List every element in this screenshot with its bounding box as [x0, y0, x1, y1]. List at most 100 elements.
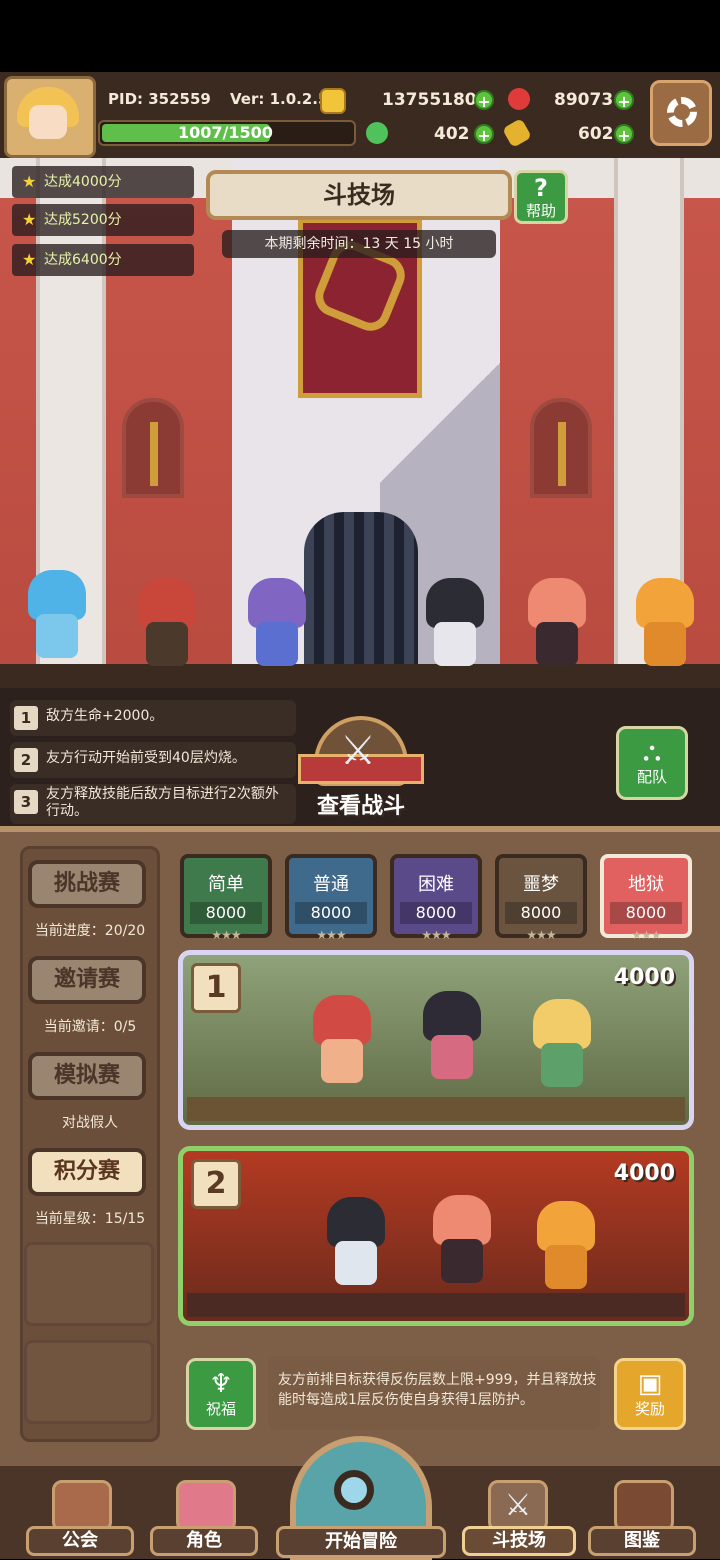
- hero-head: [636, 578, 694, 628]
- team-setup-button[interactable]: ⛬ 配队: [616, 726, 688, 800]
- rule-number: 1: [14, 706, 38, 730]
- difficulty-score: 8000: [190, 902, 262, 924]
- nav-arena[interactable]: ⚔ 斗技场: [462, 1480, 576, 1558]
- quest-item[interactable]: ★ 达成6400分: [12, 244, 194, 276]
- help-button[interactable]: ? 帮助: [514, 170, 568, 224]
- hero-head: [433, 1195, 491, 1245]
- rule-item: 2 友方行动开始前受到40层灼烧。: [10, 742, 296, 778]
- card-ground: [187, 1293, 685, 1317]
- rule-item: 3 友方释放技能后敌方目标进行2次额外行动。: [10, 784, 296, 824]
- hero-body: [256, 622, 298, 666]
- clover-amount: 402: [434, 124, 470, 144]
- tab-simulation[interactable]: 模拟赛: [28, 1052, 146, 1100]
- stars-icon: ★★★: [526, 928, 556, 942]
- add-key-button[interactable]: +: [614, 124, 634, 145]
- hero-body: [36, 614, 78, 658]
- enemy-golden-lion: [523, 1201, 607, 1291]
- hero-head: [248, 578, 306, 628]
- stars-icon: ★★★: [316, 928, 346, 942]
- difficulty-score: 8000: [400, 902, 472, 924]
- floor: [0, 664, 720, 688]
- match-number: 1: [191, 963, 241, 1013]
- question-icon: ?: [534, 174, 548, 202]
- settings-button[interactable]: [650, 80, 712, 146]
- hero-body: [434, 622, 476, 666]
- ruby-amount: 89073: [554, 90, 614, 110]
- tab-invitational[interactable]: 邀请赛: [28, 956, 146, 1004]
- enemy-black-hair-sword: [313, 1197, 397, 1287]
- gold-amount: 13755180: [382, 90, 477, 110]
- nav-start-adventure[interactable]: 开始冒险: [276, 1436, 446, 1560]
- hero-black-hair-sword: [412, 578, 496, 668]
- top-status-bar: [0, 72, 720, 161]
- difficulty-easy[interactable]: 简单 8000 ★★★: [180, 854, 272, 942]
- tab-simulation-sub: 对战假人: [62, 1115, 118, 1131]
- nav-character[interactable]: 角色: [150, 1480, 258, 1558]
- enemy-blonde-goggles: [519, 999, 603, 1089]
- difficulty-hard[interactable]: 困难 8000 ★★★: [390, 854, 482, 942]
- difficulty-name: 普通: [313, 874, 349, 895]
- chest-icon: ▣: [637, 1369, 663, 1399]
- clover-icon: [366, 122, 388, 144]
- player-id: PID: 352559: [108, 90, 211, 108]
- nav-adventure-label: 开始冒险: [276, 1526, 446, 1558]
- nav-codex[interactable]: 图鉴: [588, 1480, 696, 1558]
- tab-challenge-sub: 当前进度：20/20: [34, 923, 146, 939]
- hero-head: [28, 570, 86, 620]
- hero-red-horned: [124, 578, 208, 668]
- star-icon: ★: [22, 250, 37, 269]
- enemy-pink-horned: [419, 1195, 503, 1285]
- view-battle-button[interactable]: ⚔ 查看战斗: [298, 714, 424, 819]
- stars-icon: ★★★: [631, 928, 661, 942]
- crossed-swords-icon: ⚔: [488, 1480, 548, 1532]
- blessing-label: 祝福: [205, 1400, 236, 1418]
- stars-icon: ★★★: [211, 928, 241, 942]
- key-amount: 602: [578, 124, 614, 144]
- tab-ranked-sub: 当前星级：15/15: [34, 1211, 146, 1227]
- hero-ice-dragon: [14, 570, 98, 660]
- add-ruby-button[interactable]: +: [614, 90, 634, 111]
- add-clover-button[interactable]: +: [474, 124, 494, 145]
- rule-item: 1 敌方生命+2000。: [10, 700, 296, 736]
- team-icon: ⛬: [642, 737, 662, 767]
- rule-text: 敌方生命+2000。: [46, 708, 164, 724]
- tab-ranked[interactable]: 积分赛: [28, 1148, 146, 1196]
- wall-niche-right: [530, 398, 592, 498]
- match-card[interactable]: 1 4000: [178, 950, 694, 1130]
- difficulty-score: 8000: [505, 902, 577, 924]
- gear-icon: [667, 97, 697, 127]
- nav-character-label: 角色: [150, 1526, 258, 1556]
- difficulty-normal[interactable]: 普通 8000 ★★★: [285, 854, 377, 942]
- reward-button[interactable]: ▣ 奖励: [614, 1358, 686, 1430]
- sword-icon: [150, 422, 158, 486]
- quest-item[interactable]: ★ 达成4000分: [12, 166, 194, 198]
- nav-guild-label: 公会: [26, 1526, 134, 1556]
- quest-item[interactable]: ★ 达成5200分: [12, 204, 194, 236]
- add-gold-button[interactable]: +: [474, 90, 494, 111]
- rule-number: 3: [14, 790, 38, 814]
- hero-body: [431, 1035, 473, 1079]
- nav-arena-label: 斗技场: [462, 1526, 576, 1556]
- tab-challenge[interactable]: 挑战赛: [28, 860, 146, 908]
- reward-label: 奖励: [634, 1400, 665, 1418]
- blessing-button[interactable]: ♆ 祝福: [186, 1358, 256, 1430]
- match-number: 2: [191, 1159, 241, 1209]
- xp-text: 1007/1500: [178, 123, 273, 142]
- match-card[interactable]: 2 4000: [178, 1146, 694, 1326]
- quest-label: 达成5200分: [44, 212, 122, 228]
- difficulty-hell[interactable]: 地狱 8000 ★★★: [600, 854, 692, 942]
- tab-invitational-sub: 当前邀请：0/5: [43, 1019, 137, 1035]
- page-title: 斗技场: [206, 170, 512, 220]
- nav-guild[interactable]: 公会: [26, 1480, 134, 1558]
- hero-golden-lion: [622, 578, 706, 668]
- arena-gate: [304, 512, 418, 688]
- difficulty-name: 简单: [208, 874, 244, 895]
- hero-body: [541, 1043, 583, 1087]
- hero-head: [528, 578, 586, 628]
- hero-body: [545, 1245, 587, 1289]
- difficulty-nightmare[interactable]: 噩梦 8000 ★★★: [495, 854, 587, 942]
- hero-purple-demon: [234, 578, 318, 668]
- player-avatar[interactable]: [4, 76, 96, 158]
- rule-text: 友方释放技能后敌方目标进行2次额外行动。: [46, 786, 279, 819]
- enemy-red-horned: [299, 995, 383, 1085]
